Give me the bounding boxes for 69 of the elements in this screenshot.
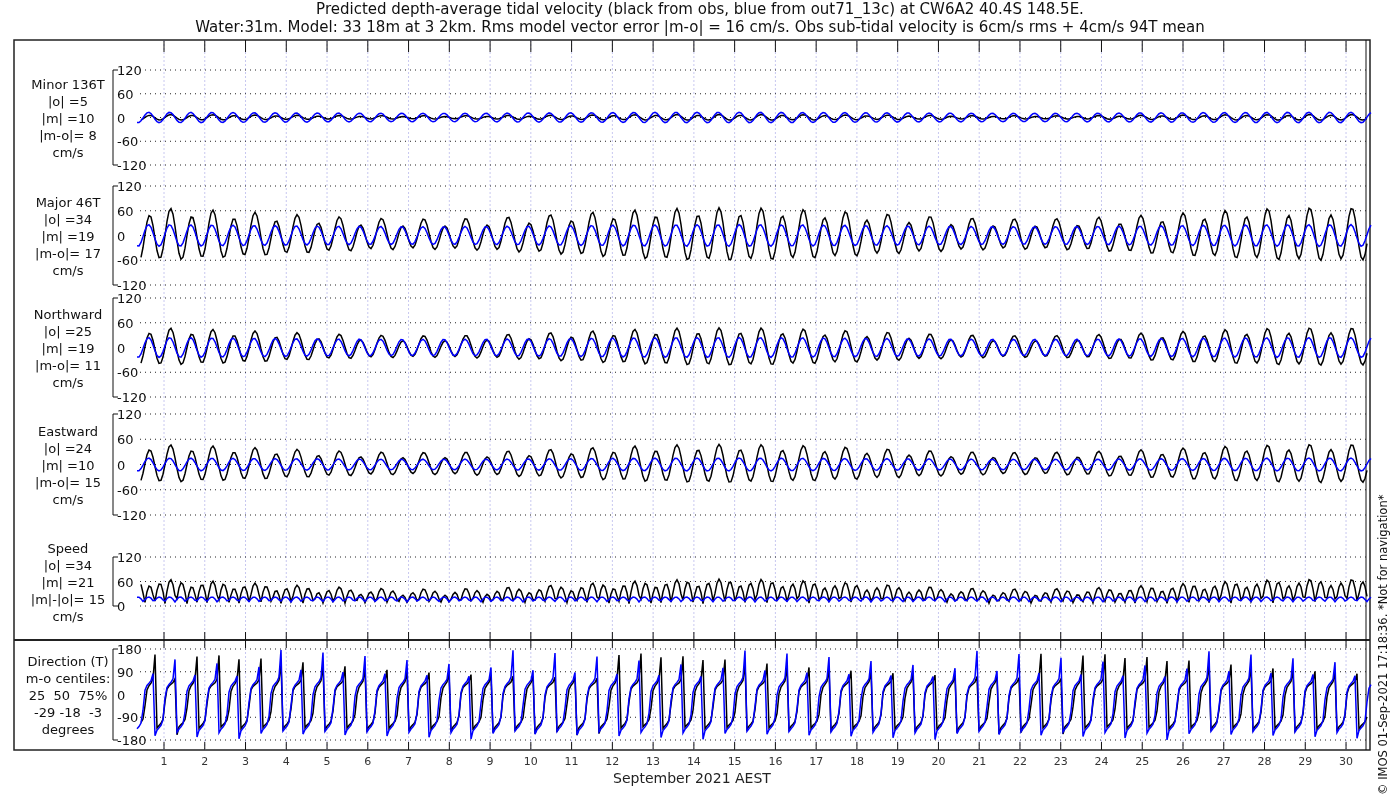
- axis-tick-label: 0: [117, 340, 126, 356]
- axis-tick-label: 0: [117, 110, 126, 126]
- axis-tick-label: 20: [931, 755, 946, 768]
- y-axis: [112, 556, 119, 607]
- axis-tick-label: 10: [523, 755, 538, 768]
- axis-title: September 2021 AEST: [613, 770, 771, 786]
- axis-tick-label: 13: [646, 755, 661, 768]
- axis-tick-label: 180: [117, 642, 142, 657]
- axis-tick-label: 19: [890, 755, 905, 768]
- axis-tick-label: 120: [117, 291, 142, 306]
- axis-tick-label: 120: [117, 179, 142, 194]
- axis-tick-label: -60: [117, 365, 139, 381]
- chart-title: Predicted depth-average tidal velocity (black from obs, blue from out71_13c) at CW6A2 40.4S 148.5E.: [316, 0, 1084, 18]
- axis-tick-label: 0: [117, 599, 126, 614]
- axis-tick-label: 1: [160, 755, 168, 768]
- axis-tick-label: 2: [201, 755, 209, 768]
- axis-tick-label: -120: [117, 390, 147, 405]
- axis-tick-label: 17: [809, 755, 824, 768]
- panel-label: Northward |o| =25 |m| =19 |m-o|= 11 cm/s: [33, 306, 103, 390]
- axis-tick-label: 16: [768, 755, 783, 768]
- axis-tick-label: -180: [117, 733, 147, 748]
- axis-tick-label: 6: [364, 755, 372, 768]
- axis-tick-label: 12: [605, 755, 620, 768]
- axis-tick-label: -90: [117, 710, 139, 726]
- axis-tick-label: 29: [1298, 755, 1313, 768]
- axis-tick-label: 24: [1094, 755, 1109, 768]
- axis-tick-label: 27: [1216, 755, 1231, 768]
- axis-tick-label: -60: [117, 482, 139, 498]
- axis-tick-label: 120: [117, 63, 142, 78]
- axis-tick-label: 3: [242, 755, 249, 768]
- axis-tick-label: 18: [849, 755, 864, 768]
- axis-tick-label: 22: [1012, 755, 1027, 768]
- axis-tick-label: -120: [117, 508, 147, 523]
- panel-label: Major 46T |o| =34 |m| =19 |m-o|= 17 cm/s: [35, 194, 101, 278]
- axis-tick-label: 7: [405, 755, 413, 768]
- panel-label: Speed |o| =34 |m| =21 |m|-|o|= 15 cm/s: [30, 540, 106, 624]
- panel-label: Eastward |o| =24 |m| =10 |m-o|= 15 cm/s: [35, 423, 101, 507]
- axis-tick-label: 60: [117, 574, 134, 590]
- axis-tick-label: 120: [117, 407, 142, 422]
- axis-tick-label: 60: [117, 315, 134, 331]
- axis-tick-label: 8: [445, 755, 453, 768]
- axis-tick-label: 90: [117, 664, 134, 680]
- axis-tick-label: 30: [1339, 755, 1354, 768]
- axis-tick-label: -120: [117, 278, 147, 293]
- axis-tick-label: 14: [686, 755, 701, 768]
- axis-tick-label: 0: [117, 228, 126, 244]
- axis-tick-label: 60: [117, 86, 134, 102]
- axis-tick-label: -60: [117, 134, 139, 150]
- axis-tick-label: -60: [117, 253, 139, 269]
- axis-tick-label: 0: [117, 687, 126, 703]
- axis-tick-label: 26: [1176, 755, 1190, 768]
- axis-tick-label: 5: [323, 755, 331, 768]
- axis-tick-label: 15: [727, 755, 742, 768]
- chart-subtitle: Water:31m. Model: 33 18m at 3 2km. Rms model vector error |m-o| = 16 cm/s. Obs sub-tidal velocity is 6cm/s rms + 4cm/s 94T mean: [195, 18, 1205, 36]
- axis-tick-label: 25: [1135, 755, 1150, 768]
- copyright-note: © IMOS 01-Sep-2021 17:18:36. *Not for navigation*: [1376, 494, 1390, 795]
- axis-tick-label: 9: [486, 755, 494, 768]
- axis-tick-label: 4: [282, 755, 290, 768]
- axis-tick-label: -120: [117, 158, 147, 173]
- axis-tick-label: 23: [1053, 755, 1068, 768]
- panel-label: Minor 136T |o| =5 |m| =10 |m-o|= 8 cm/s: [31, 76, 105, 160]
- axis-tick-label: 60: [117, 203, 134, 219]
- axis-tick-label: 0: [117, 457, 126, 473]
- axis-tick-label: 28: [1257, 755, 1272, 768]
- axis-tick-label: 11: [564, 755, 579, 768]
- axis-tick-label: 60: [117, 432, 134, 448]
- panel-label: Direction (T) m-o centiles: 25 50 75% -29 -18 -3 degrees: [25, 653, 111, 737]
- axis-tick-label: 120: [117, 550, 142, 565]
- axis-tick-label: 21: [972, 755, 987, 768]
